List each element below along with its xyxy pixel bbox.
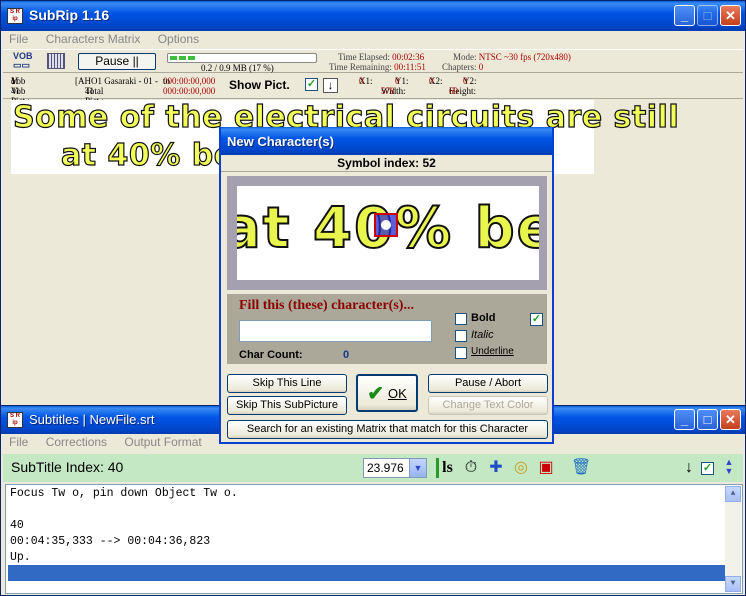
vob-icon[interactable]: VOB ▭▭ (13, 52, 39, 70)
vob-file-name: [AHO1 Gasaraki - 01 - (75, 76, 158, 86)
symbol-index: Symbol index: 52 (221, 155, 552, 172)
ok-button[interactable]: ✔ OK (356, 374, 418, 412)
menu-characters-matrix[interactable]: Characters Matrix (38, 31, 147, 46)
main-menu-bar: File Characters Matrix Options (1, 31, 745, 49)
change-text-color-button[interactable]: Change Text Color (428, 396, 548, 415)
progress-text: 0.2 / 0.9 MB (17 %) (201, 63, 274, 73)
clock-icon[interactable]: ⏱ (461, 458, 481, 478)
subtitles-menu-output-format[interactable]: Output Format (116, 434, 207, 449)
subrip-app-icon: S Rip (7, 8, 23, 24)
selected-line-highlight (8, 565, 725, 581)
chevron-down-icon[interactable]: ▼ (409, 459, 426, 477)
fill-options-checkbox[interactable]: ✓ (530, 313, 543, 326)
dialog-title: New Character(s) (227, 134, 334, 149)
fill-character-label: Fill this (these) character(s)... (239, 298, 414, 313)
time-elapsed: Time Elapsed: 00:02:36 (338, 52, 425, 62)
search-matrix-button[interactable]: Search for an existing Matrix that match… (227, 420, 548, 439)
save-icon[interactable]: ▣ (536, 458, 556, 478)
fps-select[interactable]: 23.976 ▼ (363, 458, 427, 478)
main-toolbar: VOB ▭▭ Pause || 0.2 / 0.9 MB (17 %) Time … (3, 49, 743, 73)
down-arrow-icon[interactable]: ↓ (679, 458, 699, 478)
skip-line-button[interactable]: Skip This Line (227, 374, 347, 393)
subtitle-index-label: SubTitle Index: 40 (11, 459, 124, 475)
subtitles-minimize-button[interactable]: _ (674, 409, 695, 430)
time-remaining: Time Remaining: 00:11:51 (329, 62, 426, 72)
minimize-button[interactable]: _ (674, 5, 695, 26)
scroll-up-icon[interactable]: ▲ (725, 486, 741, 502)
subtitle-line: 40 (10, 519, 24, 532)
italic-checkbox[interactable] (455, 330, 467, 342)
time-end: 000:00:00,000 (163, 86, 216, 96)
pause-button[interactable]: Pause || (78, 53, 156, 70)
subtitles-toolbar: SubTitle Index: 40 23.976 ▼ ls ⏱ ✚ ◎ ▣ 🗑 … (3, 454, 743, 482)
pause-abort-button[interactable]: Pause / Abort (428, 374, 548, 393)
matrix-grid-icon[interactable] (47, 53, 65, 69)
vob-info-bar: Vob 1 of 1 : [AHO1 Gasaraki - 01 - 000:0… (3, 74, 743, 106)
subtitle-text-editor[interactable]: Focus Tw o, pin down Object Tw o. 40 00:… (5, 484, 743, 594)
menu-options[interactable]: Options (150, 31, 205, 46)
fps-value: 23.976 (367, 461, 404, 475)
character-preview: at 40% bel (227, 176, 547, 290)
mode-info: Mode: NTSC ~30 fps (720x480) (453, 52, 571, 62)
underline-label: Underline (471, 346, 514, 357)
menu-file[interactable]: File (1, 31, 34, 46)
ok-label: OK (387, 386, 407, 401)
main-window-title: SubRip 1.16 (29, 7, 110, 23)
subtitles-close-button[interactable]: ✕ (720, 409, 741, 430)
ls-format-icon[interactable]: ls (436, 458, 456, 478)
puzzle-icon[interactable]: ✚ (486, 458, 506, 478)
subtitle-line: Up. (10, 551, 31, 564)
subtitle-image-line-2: at 40% bel (60, 137, 246, 173)
fill-character-section: Fill this (these) character(s)... Char C… (227, 294, 547, 364)
subtitles-checkbox[interactable]: ✓ (701, 462, 714, 475)
close-button[interactable]: ✕ (720, 5, 741, 26)
character-preview-image: at 40% bel (237, 186, 539, 280)
show-pict-checkbox[interactable]: ✓ (305, 78, 318, 91)
subtitles-app-icon: S Rip (7, 412, 23, 428)
spin-updown-icon[interactable]: ▲ ▼ (719, 458, 739, 478)
show-pict-label: Show Pict. (229, 78, 290, 92)
subtitles-menu-file[interactable]: File (1, 434, 34, 449)
subtitle-line: 00:04:35,333 --> 00:04:36,823 (10, 535, 211, 548)
subtitle-scrollbar[interactable]: ▲ ▼ (725, 486, 741, 592)
trash-icon[interactable]: 🗑 (571, 458, 591, 478)
disc-icon[interactable]: ◎ (511, 458, 531, 478)
down-arrow-button[interactable]: ↓ (323, 78, 338, 93)
bold-checkbox[interactable] (455, 313, 467, 325)
progress-fill (170, 56, 195, 60)
character-input[interactable] (239, 320, 432, 342)
subtitles-maximize-button[interactable]: □ (697, 409, 718, 430)
scroll-down-icon[interactable]: ▼ (725, 576, 741, 592)
new-character-dialog: New Character(s) Symbol index: 52 at 40%… (219, 127, 554, 444)
char-count-label: Char Count: (239, 349, 303, 361)
maximize-button[interactable]: □ (697, 5, 718, 26)
progress-bar (167, 53, 317, 63)
bold-label: Bold (471, 312, 496, 324)
subtitles-menu-corrections[interactable]: Corrections (38, 434, 113, 449)
skip-subpicture-button[interactable]: Skip This SubPicture (227, 396, 347, 415)
main-title-bar[interactable]: S Rip SubRip 1.16 _ □ ✕ (1, 1, 745, 31)
chapters-info: Chapters: 0 (442, 62, 484, 72)
char-count-value: 0 (343, 349, 350, 361)
dialog-title-bar[interactable]: New Character(s) (221, 127, 552, 155)
subtitle-line: Focus Tw o, pin down Object Tw o. (10, 487, 238, 500)
underline-checkbox[interactable] (455, 347, 467, 359)
subtitles-window-title: Subtitles | NewFile.srt (29, 412, 155, 427)
checkmark-icon: ✔ (367, 383, 384, 405)
current-character-marker (374, 213, 398, 237)
italic-label: Italic (471, 329, 494, 341)
